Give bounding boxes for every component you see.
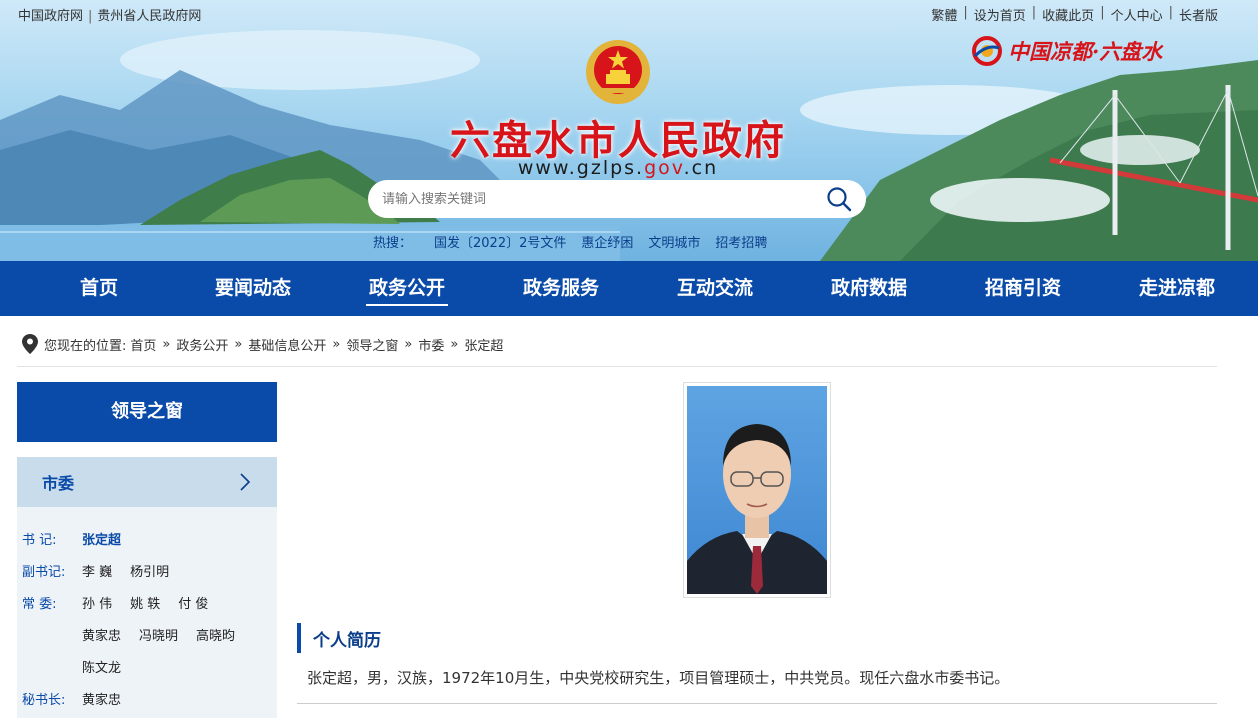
site-url: www.gzlps.gov.cn xyxy=(438,157,798,179)
member-list: 书 记: 张定超 副书记: 李 巍 杨引明 常 委: 孙 伟 姚 轶 付 俊 黄… xyxy=(17,507,277,717)
member-row: 书 记: 张定超 xyxy=(22,525,277,557)
member-name[interactable]: 张定超 xyxy=(82,525,121,557)
member-name[interactable]: 李 巍 xyxy=(82,557,112,589)
member-role xyxy=(22,621,82,653)
breadcrumb-separator: » xyxy=(234,336,243,352)
url-prefix: www.gzlps. xyxy=(517,157,645,179)
crumb-home[interactable]: 首页 xyxy=(130,335,156,354)
nav-home[interactable]: 首页 xyxy=(22,261,176,316)
location-pin-icon xyxy=(22,334,38,354)
separator: | xyxy=(1031,5,1037,20)
nav-news[interactable]: 要闻动态 xyxy=(176,261,330,316)
search-icon[interactable] xyxy=(826,186,852,212)
member-name[interactable]: 高晓昀 xyxy=(196,621,235,653)
member-row: 常 委: 孙 伟 姚 轶 付 俊 xyxy=(22,589,277,621)
section-title: 个人简历 xyxy=(297,623,381,653)
nav-investment[interactable]: 招商引资 xyxy=(946,261,1100,316)
separator: | xyxy=(963,5,968,20)
portrait-photo xyxy=(687,386,827,594)
member-role: 常 委: xyxy=(22,597,57,612)
link-traditional[interactable]: 繁體 xyxy=(931,5,957,24)
header-banner: 中国政府网 | 贵州省人民政府网 繁體 | 设为首页 | 收藏此页 | 个人中心 | 长者版… xyxy=(0,0,1258,261)
separator: | xyxy=(88,9,93,24)
sidebar-panel: 市委 书 记: 张定超 副书记: 李 巍 杨引明 常 委: 孙 伟 姚 轶 付 … xyxy=(17,457,277,718)
main-nav: 首页 要闻动态 政务公开 政务服务 互动交流 政府数据 招商引资 走进凉都 xyxy=(0,261,1258,316)
breadcrumb: 您现在的位置: 首页 » 政务公开 » 基础信息公开 » 领导之窗 » 市委 »… xyxy=(22,334,503,354)
member-name[interactable]: 冯晓明 xyxy=(139,621,178,653)
hot-item[interactable]: 招考招聘 xyxy=(715,232,767,251)
chevron-right-icon xyxy=(240,473,251,491)
url-suffix: .cn xyxy=(683,157,719,179)
member-name[interactable]: 付 俊 xyxy=(178,589,208,621)
sidebar-category-municipal-committee[interactable]: 市委 xyxy=(17,457,277,507)
brand-swirl-icon xyxy=(972,36,1002,66)
link-personal-center[interactable]: 个人中心 xyxy=(1111,5,1163,24)
link-guizhou-gov[interactable]: 贵州省人民政府网 xyxy=(97,9,201,24)
sidebar-heading: 领导之窗 xyxy=(17,382,277,442)
divider xyxy=(297,703,1217,704)
link-bookmark[interactable]: 收藏此页 xyxy=(1042,5,1094,24)
member-row: 黄家忠 冯晓明 高晓昀 xyxy=(22,621,277,653)
crumb-gov-open[interactable]: 政务公开 xyxy=(176,335,228,354)
hot-label: 热搜： xyxy=(373,236,413,251)
hot-item[interactable]: 惠企纾困 xyxy=(581,232,633,251)
top-links-right: 繁體 | 设为首页 | 收藏此页 | 个人中心 | 长者版 xyxy=(931,5,1218,24)
separator: | xyxy=(1168,5,1173,20)
member-role: 书 记: xyxy=(22,533,57,548)
biography-text: 张定超，男，汉族，1972年10月生，中央党校研究生，项目管理硕士，中共党员。现… xyxy=(307,669,1010,687)
link-gov-cn[interactable]: 中国政府网 xyxy=(18,9,83,24)
member-name[interactable]: 黄家忠 xyxy=(82,621,121,653)
top-links-left: 中国政府网 | 贵州省人民政府网 xyxy=(18,5,201,24)
crumb-current: 张定超 xyxy=(464,338,504,354)
nav-about-city[interactable]: 走进凉都 xyxy=(1100,261,1254,316)
member-name[interactable]: 姚 轶 xyxy=(130,589,160,621)
sidebar-category-label: 市委 xyxy=(42,474,75,493)
member-role xyxy=(22,653,82,685)
breadcrumb-prefix: 您现在的位置: xyxy=(44,338,127,354)
nav-gov-services[interactable]: 政务服务 xyxy=(484,261,638,316)
breadcrumb-separator: » xyxy=(404,336,413,352)
member-row: 副书记: 李 巍 杨引明 xyxy=(22,557,277,589)
brand-text: 中国凉都·六盘水 xyxy=(1008,39,1163,64)
nav-interaction[interactable]: 互动交流 xyxy=(638,261,792,316)
crumb-leaders[interactable]: 领导之窗 xyxy=(346,335,398,354)
section-bar xyxy=(297,623,301,653)
portrait-illustration xyxy=(687,424,827,594)
divider xyxy=(17,366,1217,367)
breadcrumb-separator: » xyxy=(162,336,171,352)
section-title-text: 个人简历 xyxy=(313,630,381,651)
nav-gov-data[interactable]: 政府数据 xyxy=(792,261,946,316)
search-input[interactable] xyxy=(382,191,826,207)
link-elder-version[interactable]: 长者版 xyxy=(1179,5,1218,24)
member-name[interactable]: 陈文龙 xyxy=(82,653,121,685)
member-name[interactable]: 孙 伟 xyxy=(82,589,112,621)
hot-item[interactable]: 文明城市 xyxy=(648,232,700,251)
member-name[interactable]: 杨引明 xyxy=(130,557,169,589)
nav-gov-affairs-open[interactable]: 政务公开 xyxy=(330,261,484,316)
member-role: 副书记: xyxy=(22,565,66,580)
national-emblem-icon xyxy=(586,40,650,104)
separator: | xyxy=(1100,5,1105,20)
hot-item[interactable]: 国发〔2022〕2号文件 xyxy=(434,232,566,251)
url-gov: gov xyxy=(644,157,684,179)
breadcrumb-separator: » xyxy=(450,336,459,352)
crumb-basic-info[interactable]: 基础信息公开 xyxy=(248,335,326,354)
member-row: 秘书长: 黄家忠 xyxy=(22,685,277,717)
portrait-frame xyxy=(683,382,831,598)
hot-searches: 热搜： 国发〔2022〕2号文件 惠企纾困 文明城市 招考招聘 xyxy=(373,232,782,251)
link-set-homepage[interactable]: 设为首页 xyxy=(974,5,1026,24)
member-name[interactable]: 黄家忠 xyxy=(82,685,121,717)
brand-logo: 中国凉都·六盘水 xyxy=(972,36,1162,66)
member-role: 秘书长: xyxy=(22,693,66,708)
member-row: 陈文龙 xyxy=(22,653,277,685)
search-box xyxy=(368,180,866,218)
breadcrumb-separator: » xyxy=(332,336,341,352)
crumb-municipal-committee[interactable]: 市委 xyxy=(418,335,444,354)
